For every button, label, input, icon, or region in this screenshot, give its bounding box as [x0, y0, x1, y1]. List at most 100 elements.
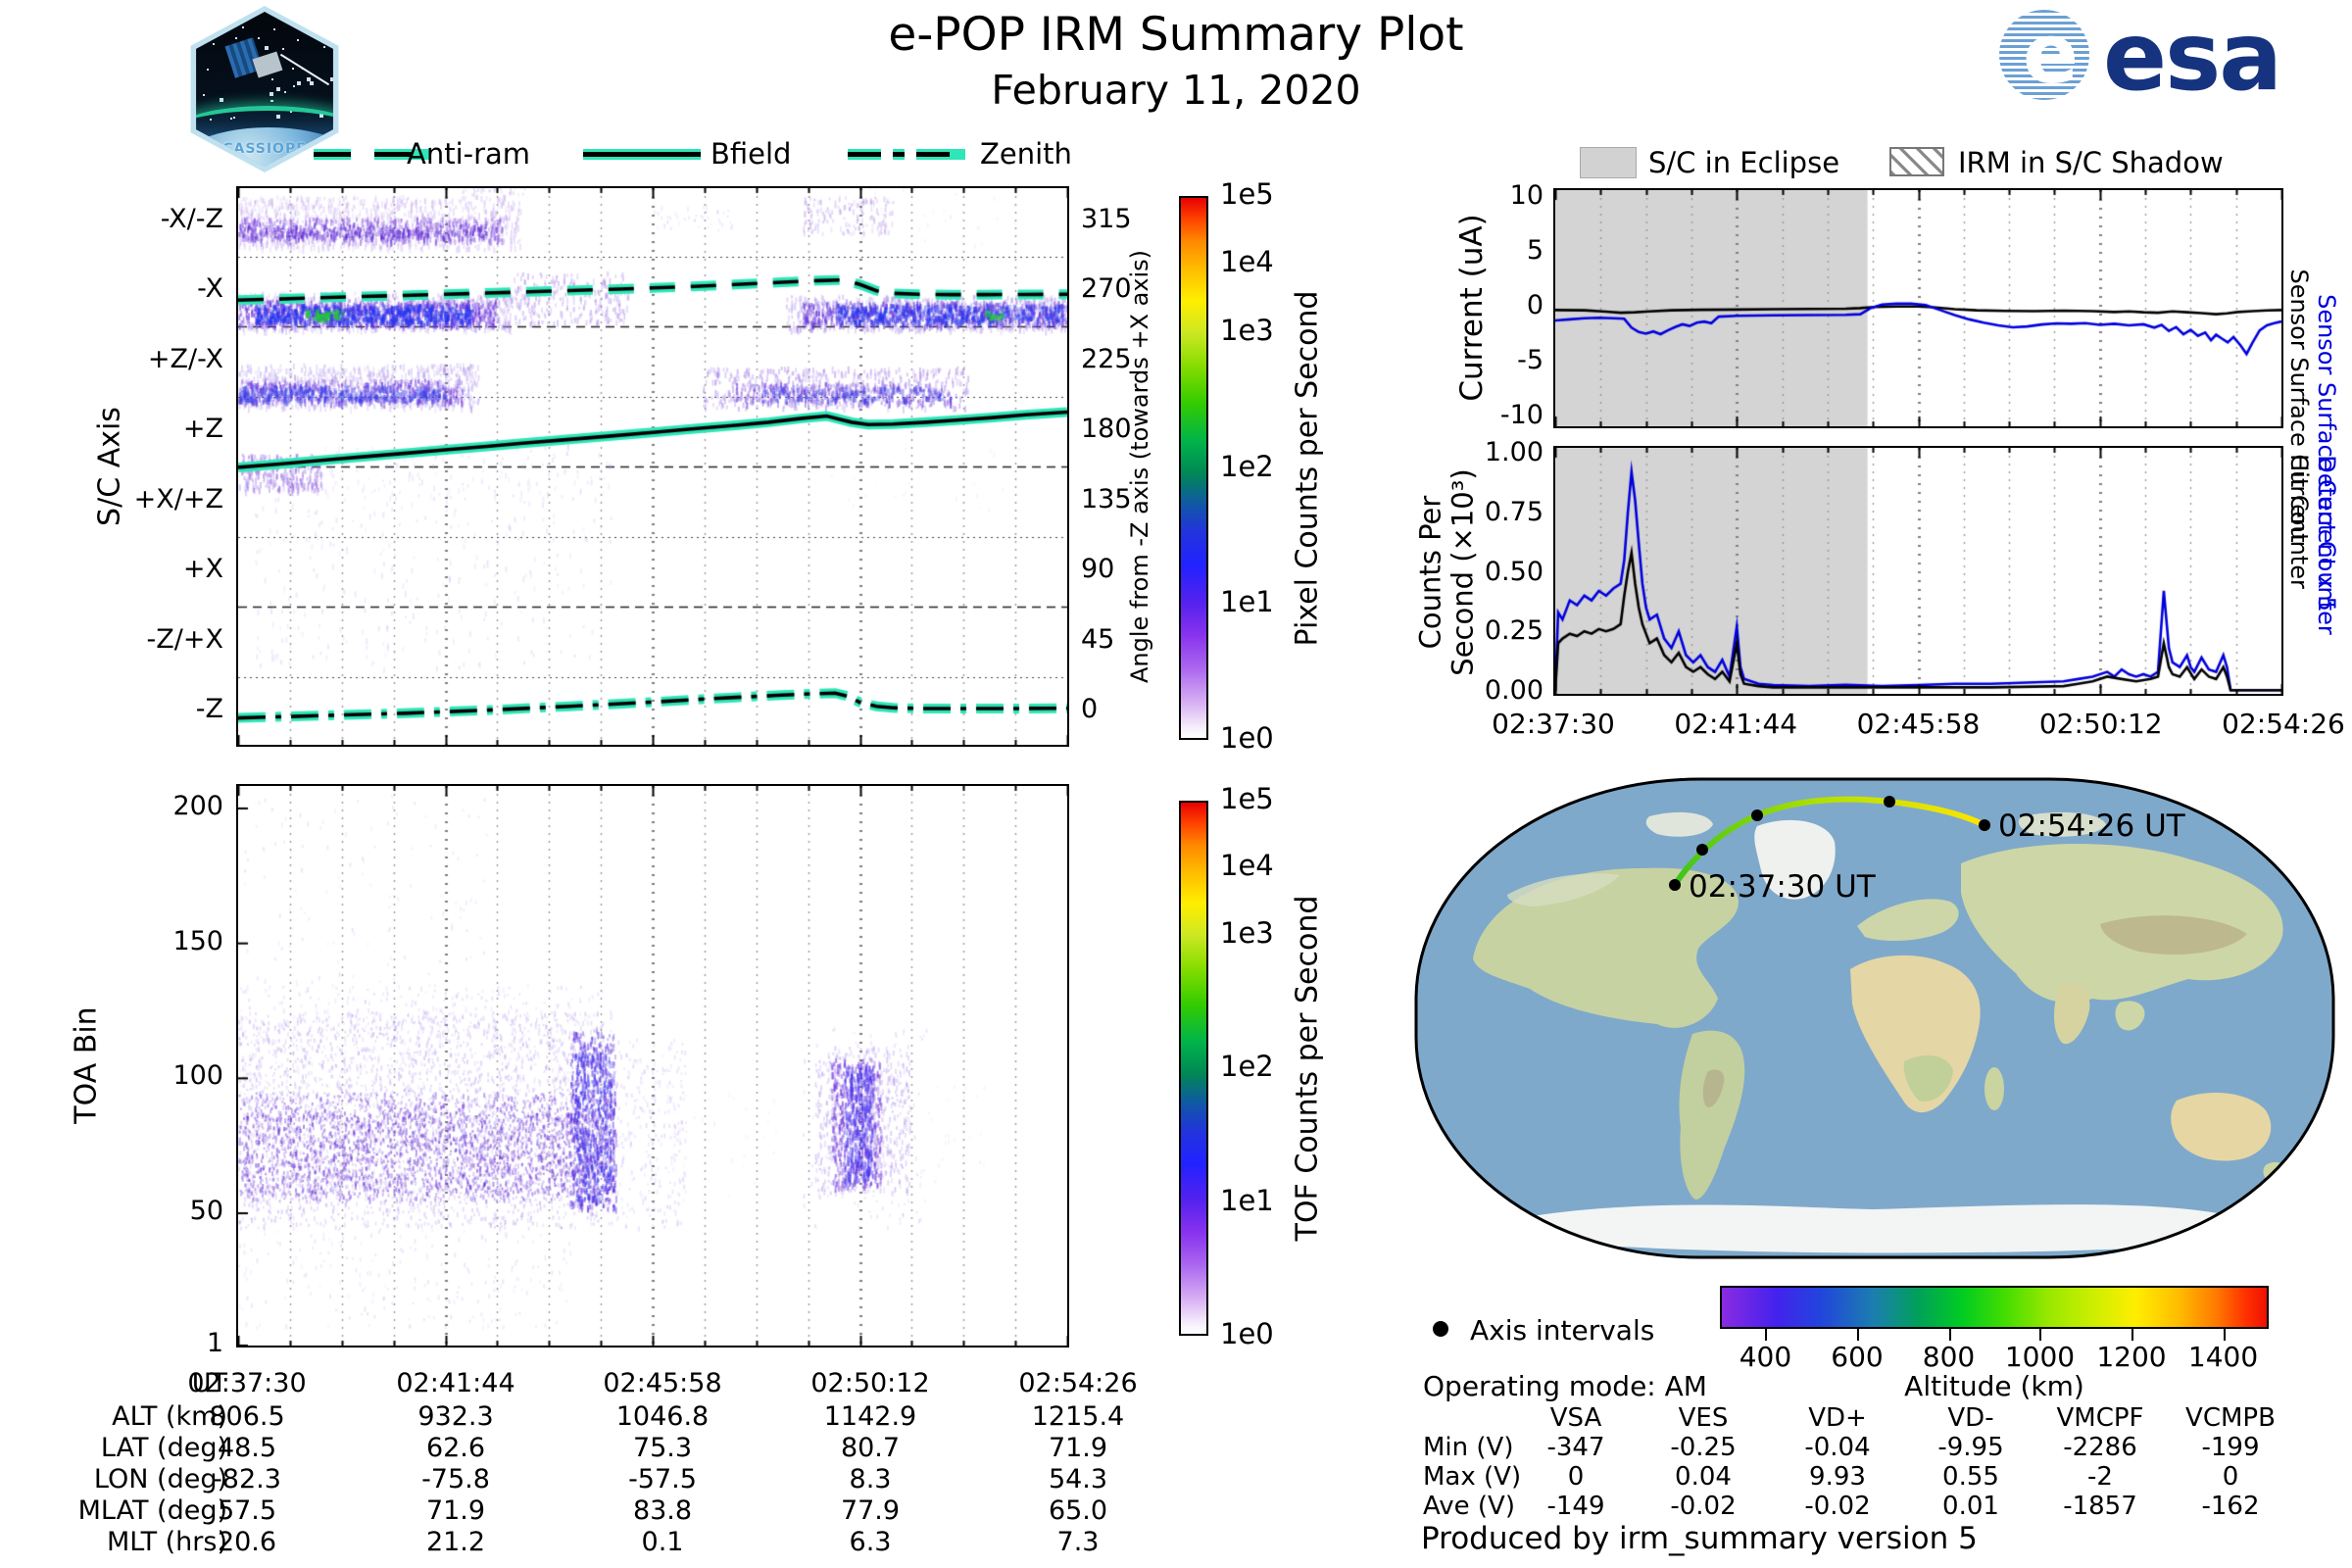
eclipse-swatch: [1580, 147, 1637, 178]
current-panel: [1553, 188, 2283, 428]
eph-value: 0.1: [641, 1527, 684, 1557]
produced-by: Produced by irm_summary version 5: [1421, 1521, 1978, 1556]
epop-irm-summary-plot: CASSIOPE e-POP IRM Summary Plot February…: [0, 0, 2352, 1568]
legend-line-core: [916, 152, 950, 157]
vvalue: 9.93: [1809, 1462, 1866, 1492]
sc-axis-row--Z/+X: -Z/+X: [146, 623, 223, 655]
eph-value: 7.3: [1056, 1527, 1100, 1557]
eph-value: 80.7: [840, 1433, 901, 1463]
vrow-Min (V): Min (V): [1423, 1433, 1514, 1462]
counts-tick-1.00: 1.00: [1484, 437, 1544, 467]
current-tick-0: 0: [1526, 290, 1544, 320]
legend-line-core: [583, 152, 701, 157]
vvalue: -2: [2087, 1462, 2113, 1492]
altitude-title: Altitude (km): [1904, 1370, 2084, 1402]
vcol-VD-: VD-: [1947, 1403, 1994, 1433]
eph-value: 8.3: [849, 1464, 892, 1494]
counts-right-label-black: Hit Counter: [2285, 454, 2313, 589]
cbar-tick-1e4: 1e4: [1220, 245, 1274, 279]
cbar-tick-1e0: 1e0: [1220, 721, 1274, 755]
vrow-Ave (V): Ave (V): [1423, 1492, 1515, 1521]
vvalue: -162: [2201, 1492, 2260, 1521]
cbar-tick-1e5: 1e5: [1220, 177, 1274, 211]
eph-value: 65.0: [1048, 1495, 1108, 1526]
esa-globe-icon: e: [1999, 10, 2089, 100]
track-dot: [1884, 796, 1895, 808]
cbar-tick-1e0: 1e0: [1220, 1317, 1274, 1350]
eph-value: 77.9: [840, 1495, 901, 1526]
esa-e-glyph: e: [2023, 10, 2079, 100]
angle-tick-315: 315: [1081, 203, 1132, 234]
eph-value: 6.3: [849, 1527, 892, 1557]
page-date: February 11, 2020: [991, 67, 1361, 114]
cbar-tick-1e4: 1e4: [1220, 849, 1274, 883]
angle-tick-180: 180: [1081, 414, 1132, 445]
eph-value: -57.5: [628, 1464, 697, 1494]
track-dot: [1979, 819, 1990, 831]
vvalue: 0.55: [1942, 1462, 1999, 1492]
vvalue: -2286: [2063, 1433, 2137, 1462]
eph-value: 83.8: [632, 1495, 693, 1526]
eph-label-LAT (deg): LAT (deg): [100, 1433, 227, 1463]
pixel-colorbar: [1179, 196, 1208, 740]
legend-gap: [905, 147, 916, 162]
counts-right-label-blue: Detect Counter: [2313, 455, 2340, 635]
toa-tick-150: 150: [172, 925, 223, 956]
current-canvas: [1555, 190, 2281, 426]
eph-value: 806.5: [209, 1401, 285, 1432]
alt-ticklabel-1400: 1400: [2187, 1341, 2259, 1373]
legend-label-bfield: Bfield: [710, 137, 792, 171]
vvalue: -347: [1546, 1433, 1605, 1462]
right-xtick: 02:45:58: [1856, 708, 1981, 740]
eph-label-MLAT (deg): MLAT (deg): [77, 1495, 227, 1526]
toa-tick-1: 1: [206, 1328, 223, 1358]
right-xtick: 02:41:44: [1674, 708, 1798, 740]
eph-value: 54.3: [1048, 1464, 1108, 1494]
vvalue: 0.04: [1675, 1462, 1732, 1492]
shadow-label: IRM in S/C Shadow: [1958, 146, 2224, 179]
vvalue: -0.02: [1670, 1492, 1737, 1521]
right-xtick: 02:50:12: [2038, 708, 2163, 740]
alt-ticklabel-600: 600: [1831, 1341, 1884, 1373]
axis-intervals-label: Axis intervals: [1470, 1314, 1655, 1347]
eph-value: 62.6: [425, 1433, 486, 1463]
legend-line-core: [848, 152, 881, 157]
legend-line-core: [314, 152, 351, 157]
legend-gap: [881, 147, 893, 162]
track-dot: [1669, 879, 1681, 891]
eph-value: 21.2: [425, 1527, 486, 1557]
altitude-colorbar: [1720, 1286, 2269, 1329]
ut-tick: 02:50:12: [810, 1368, 930, 1398]
cbar-tick-1e2: 1e2: [1220, 1050, 1274, 1083]
alt-tickmark: [1948, 1329, 1951, 1341]
vcol-VCMPB: VCMPB: [2185, 1403, 2276, 1433]
eph-value: 20.6: [217, 1527, 277, 1557]
sc-axis-row--X: -X: [197, 273, 223, 305]
eph-value: 1046.8: [615, 1401, 710, 1432]
cbar-tick-1e5: 1e5: [1220, 782, 1274, 815]
alt-ticklabel-800: 800: [1922, 1341, 1976, 1373]
vvalue: -149: [1546, 1492, 1605, 1521]
alt-tickmark: [2132, 1329, 2133, 1341]
angle-tick-90: 90: [1081, 554, 1115, 585]
track-dot: [1751, 809, 1763, 821]
sc-axis-row-+Z/-X: +Z/-X: [147, 343, 223, 374]
legend-gap: [351, 147, 374, 162]
track-dot: [1696, 844, 1708, 856]
cbar-tick-1e2: 1e2: [1220, 449, 1274, 483]
vcol-VD+: VD+: [1808, 1403, 1867, 1433]
legend-label-anti-ram: Anti-ram: [407, 137, 531, 171]
cbar-tick-1e3: 1e3: [1220, 313, 1274, 347]
vvalue: -0.04: [1804, 1433, 1871, 1462]
eph-value: 75.3: [632, 1433, 693, 1463]
ut-tick: 02:45:58: [603, 1368, 722, 1398]
current-tick--10: -10: [1499, 400, 1544, 430]
cbar-tick-1e3: 1e3: [1220, 915, 1274, 950]
eph-value: 57.5: [217, 1495, 277, 1526]
counts-tick-0.00: 0.00: [1484, 675, 1544, 706]
alt-tickmark: [2039, 1329, 2042, 1341]
alt-tickmark: [2223, 1329, 2226, 1341]
toa-ylabel: TOA Bin: [69, 1006, 104, 1124]
vcol-VMCPF: VMCPF: [2056, 1403, 2144, 1433]
eph-value: 1142.9: [823, 1401, 917, 1432]
